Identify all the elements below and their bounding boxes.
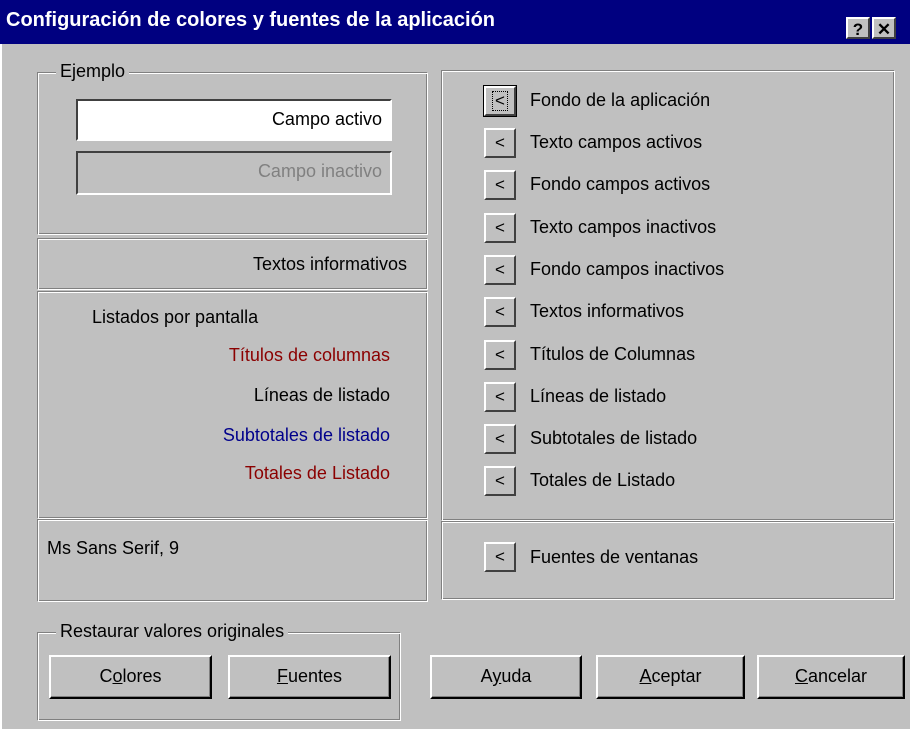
color-item-label: Totales de Listado [530, 470, 676, 490]
set-color-button-inactive-background[interactable]: < [484, 255, 516, 285]
chevron-left-icon: < [495, 429, 505, 448]
font-info-text: Ms Sans Serif, 9 [47, 538, 180, 558]
color-item-label: Fondo campos activos [530, 174, 711, 194]
accelerator-key: F [276, 666, 288, 686]
button-text: ceptar [651, 666, 702, 686]
chevron-left-icon: < [495, 218, 505, 237]
button-text: lores [122, 666, 162, 686]
sample-group-label: Ejemplo [56, 61, 130, 82]
color-item-label: Títulos de Columnas [530, 344, 696, 364]
button-text: uentes [287, 666, 343, 686]
color-item-label: Líneas de listado [530, 386, 667, 406]
set-color-button-active-text[interactable]: < [484, 128, 516, 158]
restore-colors-button[interactable]: Colores [49, 655, 212, 699]
set-color-button-subtotals[interactable]: < [484, 424, 516, 454]
chevron-left-icon: < [495, 175, 505, 194]
column-titles-sample: Títulos de columnas [228, 345, 390, 365]
accelerator-key: y [492, 666, 502, 686]
sample-inactive-field: Campo inactivo [76, 151, 392, 195]
chevron-left-icon: < [495, 345, 505, 364]
button-text: uda [501, 666, 532, 686]
button-text: A [480, 666, 493, 686]
color-item-label: Texto campos inactivos [530, 217, 717, 237]
close-icon[interactable]: ✕ [872, 17, 896, 39]
color-item-label: Fondo de la aplicación [530, 90, 711, 110]
button-text: C [99, 666, 113, 686]
set-color-button-column-titles[interactable]: < [484, 340, 516, 370]
chevron-left-icon: < [495, 547, 505, 566]
sample-active-field: Campo activo [76, 99, 392, 141]
color-item-label: Fondo campos inactivos [530, 259, 725, 279]
set-color-button-active-background[interactable]: < [484, 170, 516, 200]
chevron-left-icon: < [495, 260, 505, 279]
informative-text-sample: Textos informativos [252, 254, 407, 274]
cancel-button[interactable]: Cancelar [757, 655, 905, 699]
set-color-button-listing-lines[interactable]: < [484, 382, 516, 412]
set-window-fonts-button[interactable]: < [484, 542, 516, 572]
color-item-label: Subtotales de listado [530, 428, 698, 448]
set-color-button-totals[interactable]: < [484, 466, 516, 496]
window-title: Configuración de colores y fuentes de la… [6, 9, 496, 31]
chevron-left-icon: < [495, 133, 505, 152]
listing-title-sample: Listados por pantalla [92, 307, 259, 327]
title-bar: Configuración de colores y fuentes de la… [0, 0, 910, 44]
color-item-label: Texto campos activos [530, 132, 703, 152]
font-info-panel [37, 519, 428, 602]
restore-group-label: Restaurar valores originales [56, 621, 289, 642]
button-text: ancelar [807, 666, 868, 686]
chevron-left-icon: < [495, 471, 505, 490]
chevron-left-icon: < [495, 302, 505, 321]
window-edge [0, 44, 2, 729]
set-color-button-app-background[interactable]: < [483, 85, 517, 117]
chevron-left-icon: < [492, 91, 508, 111]
help-button[interactable]: ? [846, 17, 870, 39]
accept-button[interactable]: Aceptar [596, 655, 745, 699]
color-item-label: Textos informativos [530, 301, 685, 321]
totals-sample: Totales de Listado [244, 463, 390, 483]
help-action-button[interactable]: Ayuda [430, 655, 582, 699]
set-color-button-informative-text[interactable]: < [484, 297, 516, 327]
accelerator-key: A [639, 666, 652, 686]
accelerator-key: C [794, 666, 808, 686]
subtotals-sample: Subtotales de listado [222, 425, 390, 445]
accelerator-key: o [112, 666, 123, 686]
window-fonts-label: Fuentes de ventanas [530, 547, 699, 567]
set-color-button-inactive-text[interactable]: < [484, 213, 516, 243]
listing-lines-sample: Líneas de listado [253, 385, 390, 405]
restore-fonts-button[interactable]: Fuentes [228, 655, 391, 699]
chevron-left-icon: < [495, 387, 505, 406]
